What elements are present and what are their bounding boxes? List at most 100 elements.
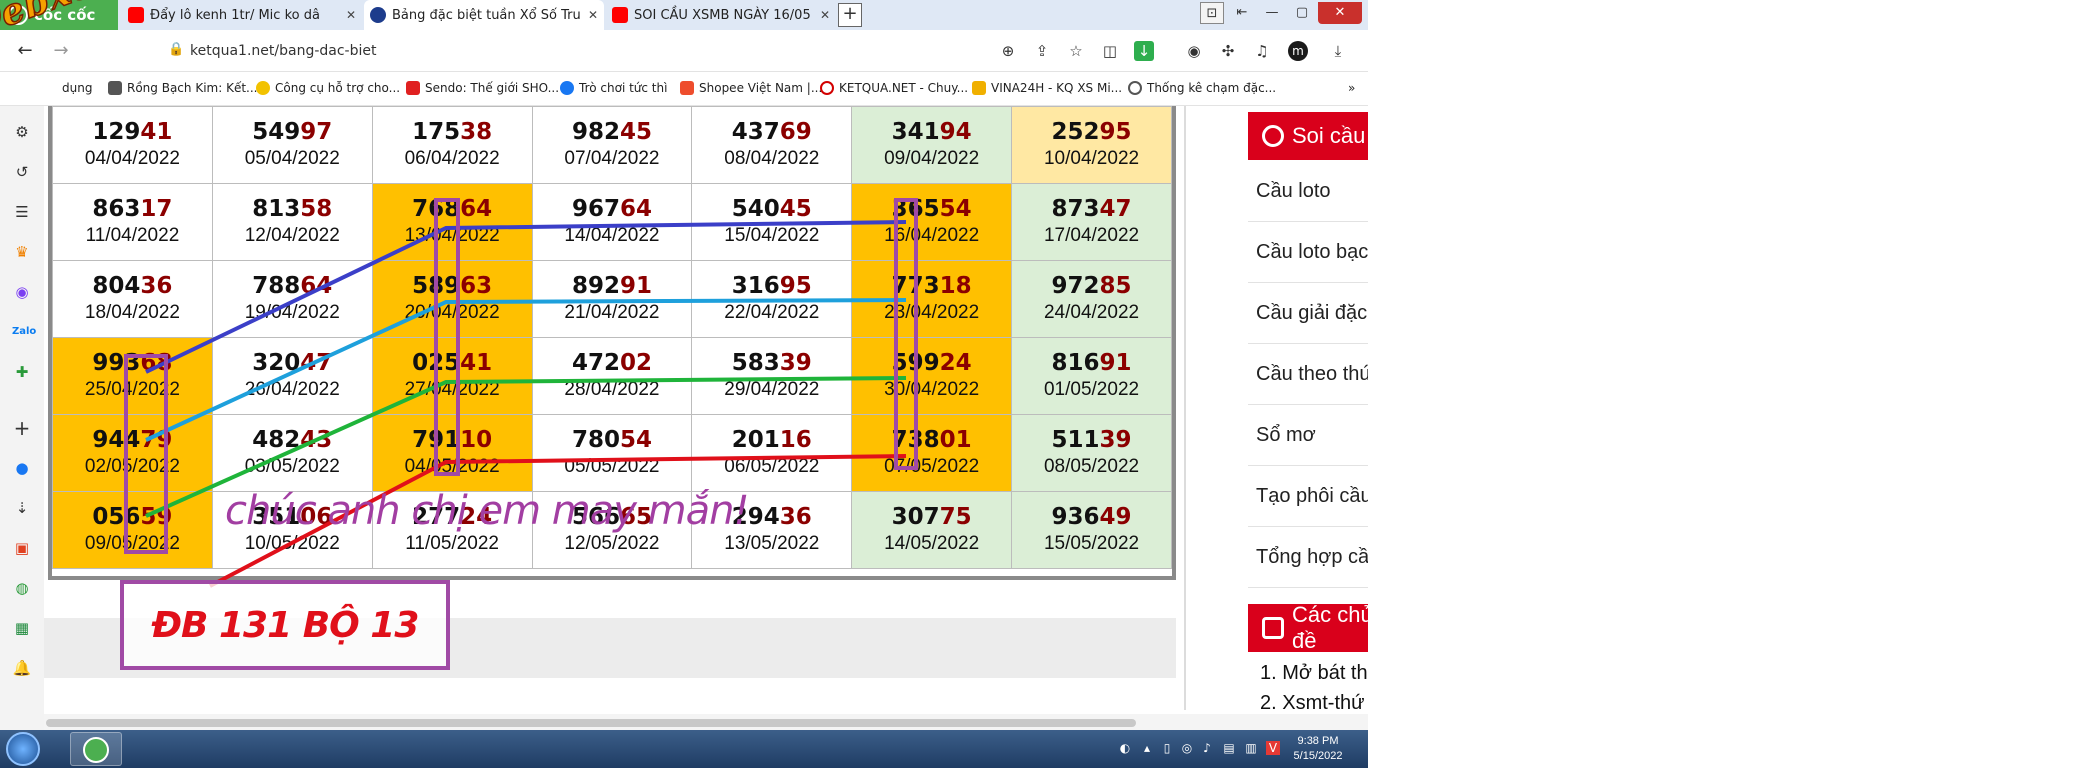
messenger-icon[interactable]: ◉ xyxy=(12,282,32,302)
tray-icon[interactable]: ▴ xyxy=(1140,741,1154,755)
new-tab-button[interactable]: + xyxy=(838,3,862,27)
prize-last-two: 64 xyxy=(460,196,493,222)
close-tab-icon[interactable]: ✕ xyxy=(346,8,356,22)
bookmark-item[interactable]: Trò chơi tức thì xyxy=(560,81,667,95)
extension-icon[interactable]: ◫ xyxy=(1100,41,1120,61)
prize-last-two: 16 xyxy=(779,427,812,453)
prize-cell: 86317 11/04/2022 xyxy=(52,183,213,261)
bookmark-item[interactable]: Thống kê chạm đặc... xyxy=(1128,81,1276,95)
bookmarks-overflow[interactable]: » xyxy=(1348,81,1355,95)
tray-red-icon[interactable]: V xyxy=(1266,741,1280,755)
downloads-icon[interactable]: ⊡ xyxy=(1200,2,1224,24)
tray-icon[interactable]: ▯ xyxy=(1160,741,1174,755)
bookmark-item[interactable]: VINA24H - KQ XS Mi... xyxy=(972,81,1122,95)
menu-item-cau-theo-thu[interactable]: Cầu theo thứ xyxy=(1248,345,1368,405)
system-clock[interactable]: 9:38 PM 5/15/2022 xyxy=(1290,734,1346,764)
prize-prefix: 472 xyxy=(571,350,620,376)
topic-item[interactable]: 2. Xsmt-thứ 2 xyxy=(1260,692,1368,715)
tab-bang-dac-biet[interactable]: Bảng đặc biệt tuần Xổ Số Tru ✕ xyxy=(364,0,604,30)
menu-item-tao-phoi-cau[interactable]: Tạo phôi cầu tự xyxy=(1248,467,1368,527)
download-sidebar-icon[interactable]: ⇣ xyxy=(12,498,32,518)
bell-icon[interactable]: 🔔 xyxy=(12,658,32,678)
history-icon[interactable]: ↺ xyxy=(12,162,32,182)
minimize-icon[interactable]: — xyxy=(1258,2,1286,24)
list-icon[interactable]: ☰ xyxy=(12,202,32,222)
topics-header: Các chủ đề xyxy=(1248,602,1368,653)
close-window-icon[interactable]: ✕ xyxy=(1318,2,1362,24)
horizontal-scrollbar[interactable] xyxy=(46,719,1136,727)
prize-date: 12/04/2022 xyxy=(244,225,340,246)
prize-number: 02541 xyxy=(373,349,532,377)
gamepad-icon[interactable]: ✚ xyxy=(12,362,32,382)
zoom-icon[interactable]: ⊕ xyxy=(998,41,1018,61)
prize-date: 20/04/2022 xyxy=(404,302,500,323)
prize-number: 79110 xyxy=(373,426,532,454)
maximize-icon[interactable]: ▢ xyxy=(1288,2,1316,24)
prize-number: 98245 xyxy=(533,118,692,146)
topics-title: Các chủ đề xyxy=(1292,602,1368,653)
prize-prefix: 982 xyxy=(571,119,620,145)
taskbar-coccoc-app[interactable] xyxy=(70,732,122,766)
bookmark-item[interactable]: Sendo: Thế giới SHO... xyxy=(406,81,559,95)
crown-icon[interactable]: ♛ xyxy=(12,242,32,262)
menu-item-cau-loto[interactable]: Cầu loto xyxy=(1248,162,1368,222)
close-tab-icon[interactable]: ✕ xyxy=(588,8,598,22)
tray-icon[interactable]: ◐ xyxy=(1118,741,1132,755)
prize-date: 05/05/2022 xyxy=(564,456,660,477)
bookmark-item[interactable]: Rồng Bạch Kim: Kết... xyxy=(108,81,257,95)
profile-avatar[interactable]: m xyxy=(1288,41,1308,61)
music-icon[interactable]: ♫ xyxy=(1252,41,1272,61)
prize-number: 87347 xyxy=(1012,195,1171,223)
add-icon[interactable]: + xyxy=(12,418,32,438)
prize-last-two: 91 xyxy=(1099,350,1132,376)
bookmark-star-icon[interactable]: ☆ xyxy=(1066,41,1086,61)
table-row: 99368 25/04/2022 32047 26/04/2022 02541 27/04… xyxy=(52,337,1172,415)
close-tab-icon[interactable]: ✕ xyxy=(820,8,830,22)
tray-icon[interactable]: ◎ xyxy=(1180,741,1194,755)
prize-prefix: 816 xyxy=(1051,350,1100,376)
bookmark-item[interactable]: KETQUA.NET - Chuy... xyxy=(820,81,968,95)
soi-cau-header: Soi cầu xyxy=(1248,112,1368,160)
tab-youtube-2[interactable]: SOI CẦU XSMB NGÀY 16/05 ✕ xyxy=(606,0,836,30)
zalo-icon[interactable]: Zalo xyxy=(12,322,36,342)
prize-date: 24/04/2022 xyxy=(1043,302,1140,323)
prize-number: 93649 xyxy=(1012,503,1171,531)
prize-prefix: 863 xyxy=(92,196,141,222)
prize-cell: 36554 16/04/2022 xyxy=(851,183,1013,261)
download-icon[interactable]: ⤓ xyxy=(1328,41,1348,61)
coccoc-icon[interactable]: ◉ xyxy=(1184,41,1204,61)
tray-icon[interactable]: ▥ xyxy=(1244,741,1258,755)
puzzle-icon[interactable]: ✣ xyxy=(1218,41,1238,61)
prize-last-two: 75 xyxy=(939,504,972,530)
address-bar[interactable]: 🔒 ketqua1.net/bang-dac-biet xyxy=(160,37,990,65)
prize-cell: 17538 06/04/2022 xyxy=(371,106,533,184)
network-icon[interactable]: ▤ xyxy=(1222,741,1236,755)
prize-date: 15/05/2022 xyxy=(1043,533,1140,554)
menu-item-cau-loto-bach-thu[interactable]: Cầu loto bạch thủ xyxy=(1248,223,1368,283)
download-green-icon[interactable]: ↓ xyxy=(1134,41,1154,61)
prize-date: 15/04/2022 xyxy=(724,225,820,246)
volume-icon[interactable]: ♪ xyxy=(1200,741,1214,755)
prize-number: 25295 xyxy=(1012,118,1171,146)
prize-prefix: 316 xyxy=(731,273,780,299)
prize-prefix: 967 xyxy=(571,196,620,222)
menu-item-cau-giai-dac-biet[interactable]: Cầu giải đặc biệt xyxy=(1248,284,1368,344)
coccoc-sidebar-icon[interactable]: ◍ xyxy=(12,578,32,598)
back-window-icon[interactable]: ⇤ xyxy=(1230,2,1254,24)
menu-item-so-mo[interactable]: Sổ mơ xyxy=(1248,406,1368,466)
prize-cell: 12941 04/04/2022 xyxy=(52,106,213,184)
facebook-icon[interactable]: ● xyxy=(12,458,32,478)
bookmark-label: Thống kê chạm đặc... xyxy=(1147,81,1277,95)
share-icon[interactable]: ⇪ xyxy=(1032,41,1052,61)
prize-prefix: 944 xyxy=(92,427,141,453)
bookmark-item[interactable]: Shopee Việt Nam |... xyxy=(680,81,822,95)
menu-item-tong-hop-cau[interactable]: Tổng hợp cầu xyxy=(1248,528,1368,588)
settings-icon[interactable]: ⚙ xyxy=(12,122,32,142)
topic-item[interactable]: 1. Mở bát thứ xyxy=(1260,662,1368,685)
prize-cell: 76864 13/04/2022 xyxy=(371,183,533,261)
bookmark-item[interactable]: Công cụ hỗ trợ cho... xyxy=(256,81,400,95)
site-icon xyxy=(370,7,386,23)
sheet-icon[interactable]: ▦ xyxy=(12,618,32,638)
start-button[interactable] xyxy=(6,732,40,766)
shop-icon[interactable]: ▣ xyxy=(12,538,32,558)
